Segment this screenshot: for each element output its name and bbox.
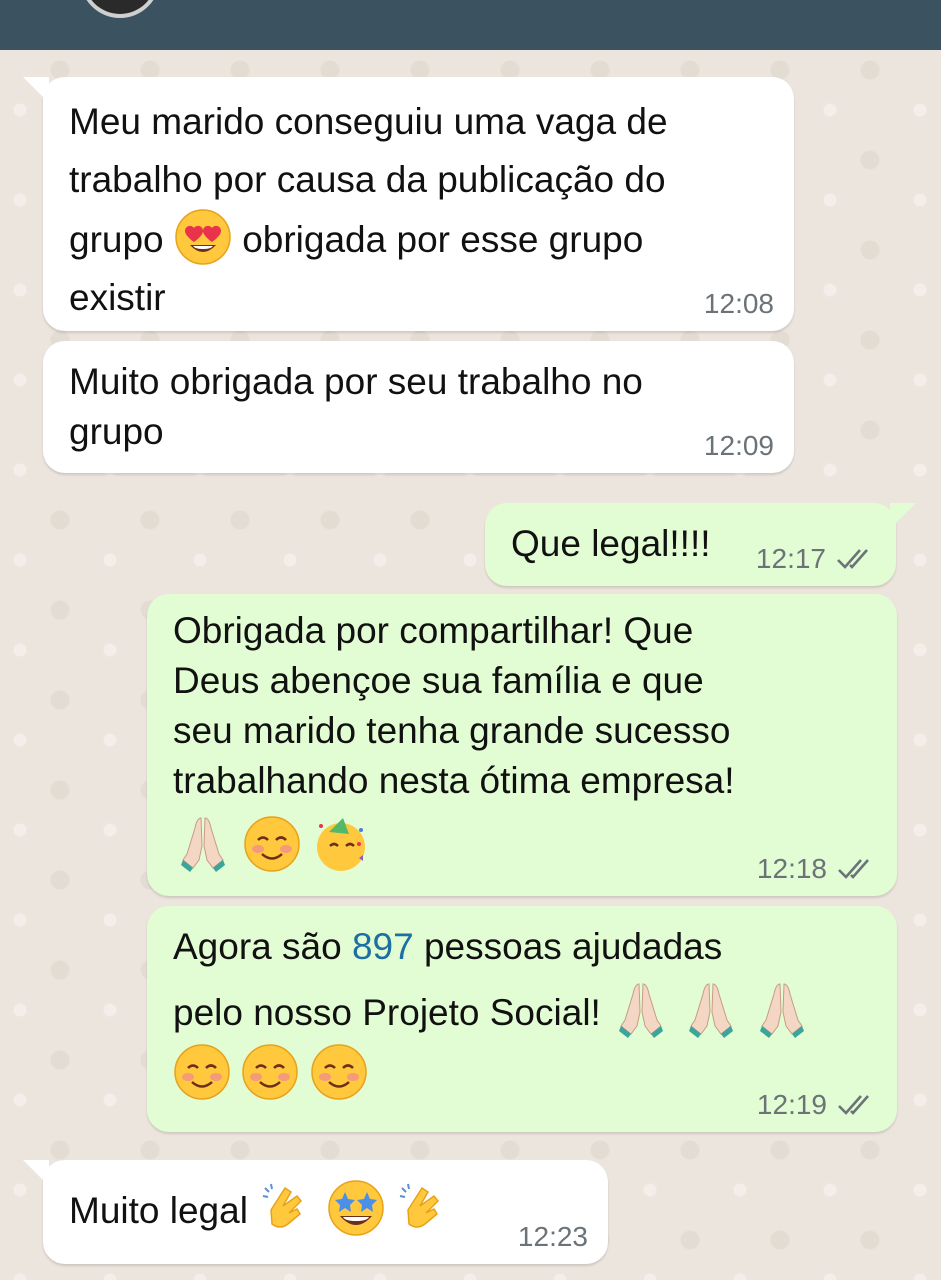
message-fragment: grupo — [69, 219, 164, 260]
people-count-number[interactable]: 897 — [352, 926, 414, 967]
message-bubble-outgoing[interactable]: Agora são 897 pessoas ajudadas pelo noss… — [147, 906, 897, 1132]
message-line: trabalhando nesta ótima empresa! — [173, 760, 735, 801]
message-line: grupo obrigada por esse grupo — [69, 209, 668, 269]
message-line: Que legal!!!! — [511, 523, 711, 564]
star-struck-emoji — [327, 1180, 384, 1236]
smiling-blush-emoji — [244, 816, 301, 872]
message-line: Obrigada por compartilhar! Que — [173, 610, 694, 651]
message-bubble-incoming[interactable]: Muito legal 12:23 — [23, 1160, 608, 1264]
message-meta: 12:09 — [704, 431, 774, 461]
message-text: Muito legal — [69, 1180, 453, 1240]
party-face-emoji — [313, 816, 369, 872]
contact-avatar[interactable] — [80, 0, 160, 18]
message-line: existir — [69, 277, 166, 318]
smiling-blush-emoji — [174, 1044, 230, 1100]
message-meta: 12:19 — [757, 1090, 877, 1120]
heart-eyes-emoji — [175, 209, 231, 265]
message-meta: 12:23 — [518, 1222, 588, 1252]
message-time: 12:19 — [756, 1089, 827, 1120]
message-time: 12:18 — [756, 853, 827, 884]
read-double-check-icon — [837, 857, 877, 881]
clapping-hands-emoji — [396, 1180, 452, 1236]
smiling-blush-emoji — [242, 1044, 299, 1100]
message-fragment: obrigada por esse grupo — [242, 219, 644, 260]
message-time: 12:17 — [755, 543, 826, 574]
message-text: Muito obrigada por seu trabalho no grupo — [69, 353, 643, 461]
message-text: Meu marido conseguiu uma vaga de trabalh… — [69, 93, 668, 327]
folded-hands-emoji — [179, 814, 227, 872]
message-line: grupo — [69, 411, 164, 452]
message-line: Deus abençoe sua família e que — [173, 660, 704, 701]
message-line: Agora são 897 pessoas ajudadas — [173, 918, 812, 976]
message-fragment: Muito legal — [69, 1190, 248, 1231]
message-fragment: pelo nosso Projeto Social! — [173, 992, 601, 1033]
message-bubble-incoming[interactable]: Muito obrigada por seu trabalho no grupo… — [43, 341, 794, 473]
folded-hands-emoji — [687, 980, 735, 1038]
emoji-row — [173, 1044, 812, 1104]
message-bubble-outgoing[interactable]: Que legal!!!! 12:17 — [485, 503, 916, 586]
read-double-check-icon — [836, 547, 876, 571]
message-text: Agora são 897 pessoas ajudadas pelo noss… — [173, 918, 812, 1104]
message-time: 12:08 — [703, 288, 774, 319]
message-line: Meu marido conseguiu uma vaga de — [69, 101, 668, 142]
message-line: seu marido tenha grande sucesso — [173, 710, 731, 751]
message-meta: 12:17 — [756, 544, 876, 574]
folded-hands-emoji — [758, 980, 806, 1038]
read-double-check-icon — [837, 1093, 877, 1117]
message-line: Muito legal — [69, 1180, 453, 1240]
folded-hands-emoji — [617, 980, 665, 1038]
message-meta: 12:18 — [757, 854, 877, 884]
message-text: Obrigada por compartilhar! Que Deus aben… — [173, 606, 735, 874]
clapping-hands-emoji — [259, 1180, 315, 1236]
message-meta: 12:08 — [704, 289, 774, 319]
message-text: Que legal!!!! — [511, 515, 711, 573]
message-time: 12:09 — [703, 430, 774, 461]
chat-header[interactable] — [0, 0, 941, 50]
message-bubble-outgoing[interactable]: Obrigada por compartilhar! Que Deus aben… — [147, 594, 897, 896]
message-line: pelo nosso Projeto Social! — [173, 980, 812, 1042]
message-fragment: Agora são — [173, 926, 342, 967]
message-fragment: pessoas ajudadas — [423, 926, 723, 967]
emoji-row — [173, 814, 735, 874]
message-line: trabalho por causa da publicação do — [69, 159, 666, 200]
smiling-blush-emoji — [310, 1044, 367, 1100]
message-bubble-incoming[interactable]: Meu marido conseguiu uma vaga de trabalh… — [23, 77, 794, 331]
message-time: 12:23 — [517, 1221, 588, 1252]
